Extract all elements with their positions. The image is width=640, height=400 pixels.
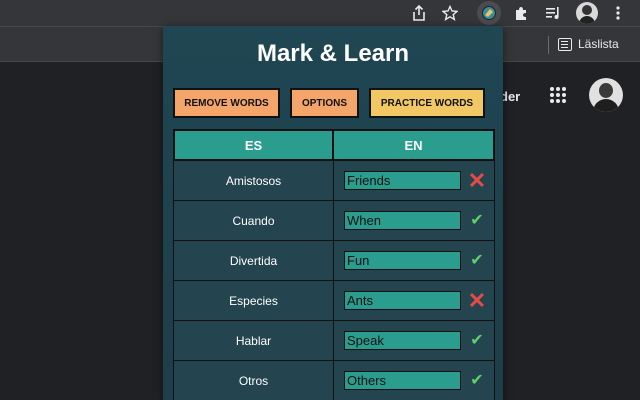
table-row: Amistosos Friends ✕ bbox=[173, 161, 495, 201]
bookmarks-divider bbox=[548, 36, 549, 54]
table-row: Divertida Fun ✔ bbox=[173, 241, 495, 281]
reading-list-icon bbox=[558, 37, 572, 51]
column-header-en: EN bbox=[334, 129, 495, 161]
english-cell: When ✔ bbox=[334, 201, 495, 241]
english-answer-input[interactable]: When bbox=[344, 211, 461, 230]
share-icon[interactable] bbox=[409, 3, 429, 23]
english-answer-input[interactable]: Speak bbox=[344, 331, 461, 350]
word-table: ES EN Amistosos Friends ✕ Cuando When ✔ Divert… bbox=[173, 129, 495, 400]
kebab-menu-icon[interactable] bbox=[608, 3, 628, 23]
english-answer-input[interactable]: Others bbox=[344, 371, 461, 390]
spanish-word: Especies bbox=[173, 281, 334, 321]
cross-icon: ✕ bbox=[467, 287, 487, 313]
check-icon: ✔ bbox=[470, 251, 484, 269]
popup-title: Mark & Learn bbox=[256, 40, 410, 67]
reading-list-label: Läslista bbox=[578, 37, 619, 51]
browser-toolbar bbox=[0, 0, 640, 26]
practice-words-button[interactable]: PRACTICE WORDS bbox=[369, 88, 485, 118]
remove-words-button[interactable]: REMOVE WORDS bbox=[173, 88, 280, 118]
english-cell: Fun ✔ bbox=[334, 241, 495, 281]
table-row: Otros Others ✔ bbox=[173, 361, 495, 400]
header-link-text[interactable]: der bbox=[500, 89, 520, 104]
mark-learn-extension-icon[interactable] bbox=[477, 1, 501, 25]
table-header: ES EN bbox=[173, 129, 495, 161]
english-cell: Speak ✔ bbox=[334, 321, 495, 361]
english-answer-input[interactable]: Ants bbox=[344, 291, 461, 310]
star-icon[interactable] bbox=[440, 3, 460, 23]
english-answer-input[interactable]: Friends bbox=[344, 171, 461, 190]
cross-icon: ✕ bbox=[467, 167, 487, 193]
spanish-word: Otros bbox=[173, 361, 334, 400]
spanish-word: Amistosos bbox=[173, 161, 334, 201]
table-row: Especies Ants ✕ bbox=[173, 281, 495, 321]
english-answer-input[interactable]: Fun bbox=[344, 251, 461, 270]
check-icon: ✔ bbox=[470, 211, 484, 229]
table-body: Amistosos Friends ✕ Cuando When ✔ Divertida Fun… bbox=[173, 161, 495, 400]
spanish-word: Cuando bbox=[173, 201, 334, 241]
english-cell: Others ✔ bbox=[334, 361, 495, 400]
profile-avatar[interactable] bbox=[576, 2, 598, 24]
apps-grid-icon[interactable] bbox=[550, 87, 566, 103]
spanish-word: Hablar bbox=[173, 321, 334, 361]
check-icon: ✔ bbox=[470, 371, 484, 389]
english-cell: Friends ✕ bbox=[334, 161, 495, 201]
column-header-es: ES bbox=[173, 129, 334, 161]
check-icon: ✔ bbox=[470, 331, 484, 349]
reading-list-button[interactable]: Läslista bbox=[558, 37, 619, 51]
english-cell: Ants ✕ bbox=[334, 281, 495, 321]
extensions-puzzle-icon[interactable] bbox=[511, 3, 531, 23]
table-row: Cuando When ✔ bbox=[173, 201, 495, 241]
account-avatar[interactable] bbox=[589, 78, 623, 112]
table-row: Hablar Speak ✔ bbox=[173, 321, 495, 361]
media-queue-icon[interactable] bbox=[543, 3, 563, 23]
options-button[interactable]: OPTIONS bbox=[290, 88, 359, 118]
spanish-word: Divertida bbox=[173, 241, 334, 281]
extension-popup: Mark & Learn REMOVE WORDS OPTIONS PRACTI… bbox=[163, 26, 503, 400]
